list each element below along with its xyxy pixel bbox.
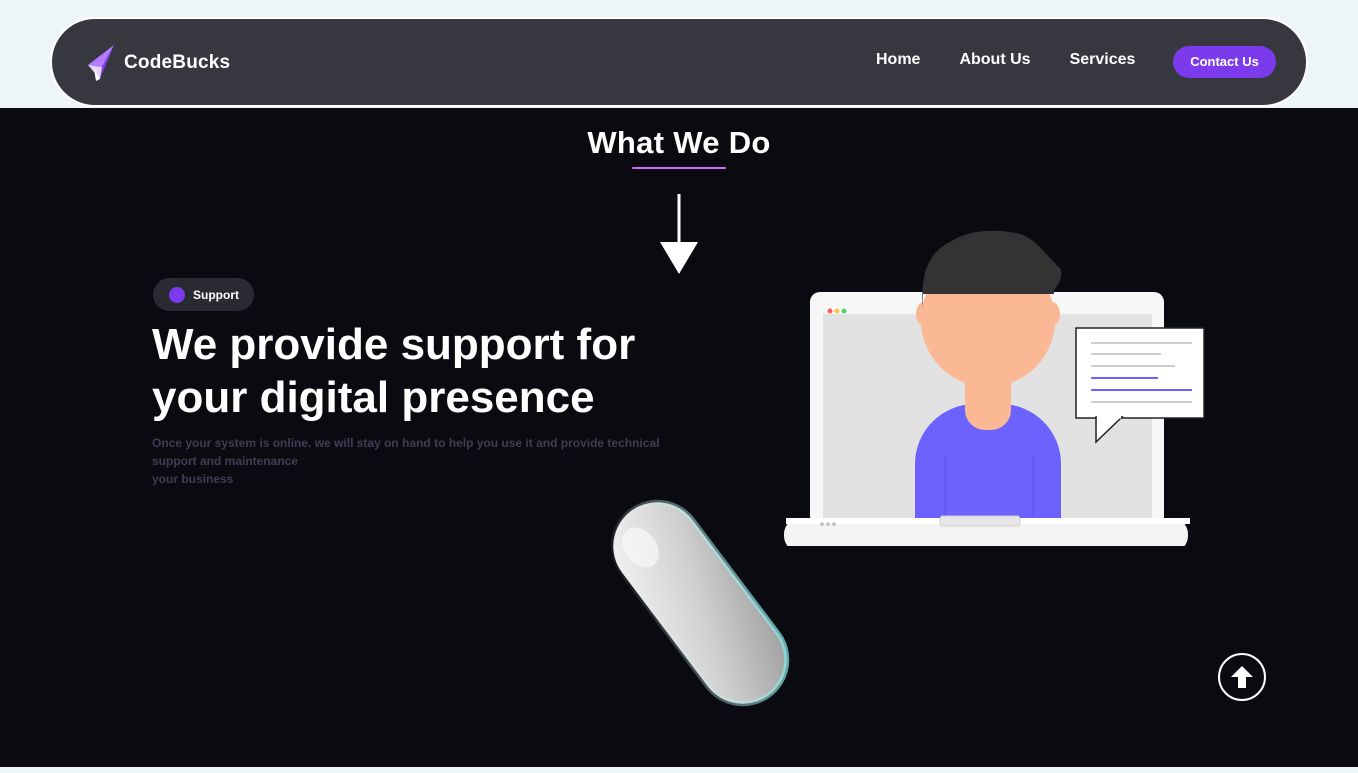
title-underline — [632, 167, 726, 169]
badge-label: Support — [193, 287, 239, 302]
description: Once your system is online, we will stay… — [152, 434, 692, 488]
nav-home[interactable]: Home — [876, 51, 920, 69]
arrow-down-icon — [660, 194, 698, 274]
support-illustration — [784, 230, 1205, 546]
description-line-2: your business — [152, 472, 234, 486]
nav-links: Home About Us Services — [876, 51, 1174, 69]
capsule-decoration — [610, 499, 790, 707]
brand-name: CodeBucks — [124, 52, 231, 73]
navbar: CodeBucks Home About Us Services Contact… — [50, 17, 1308, 107]
badge-dot-icon — [169, 286, 185, 303]
headline-line-1: We provide support for — [152, 320, 636, 369]
logo[interactable]: CodeBucks — [86, 45, 230, 81]
support-badge: Support — [153, 278, 254, 311]
bottom-strip — [0, 767, 1358, 773]
section-title: What We Do — [587, 125, 771, 160]
arrow-up-icon — [1231, 666, 1253, 688]
headline-line-2: your digital presence — [152, 373, 595, 422]
contact-us-button[interactable]: Contact Us — [1173, 46, 1276, 78]
nav-services[interactable]: Services — [1070, 51, 1136, 69]
headline: We provide support for your digital pres… — [152, 318, 712, 424]
logo-icon — [88, 45, 114, 81]
nav-about-us[interactable]: About Us — [959, 51, 1030, 69]
description-line-1: Once your system is online, we will stay… — [152, 436, 660, 468]
what-we-do-section: What We Do Support We provide support fo… — [0, 108, 1358, 767]
scroll-to-top-button[interactable] — [1218, 653, 1266, 701]
